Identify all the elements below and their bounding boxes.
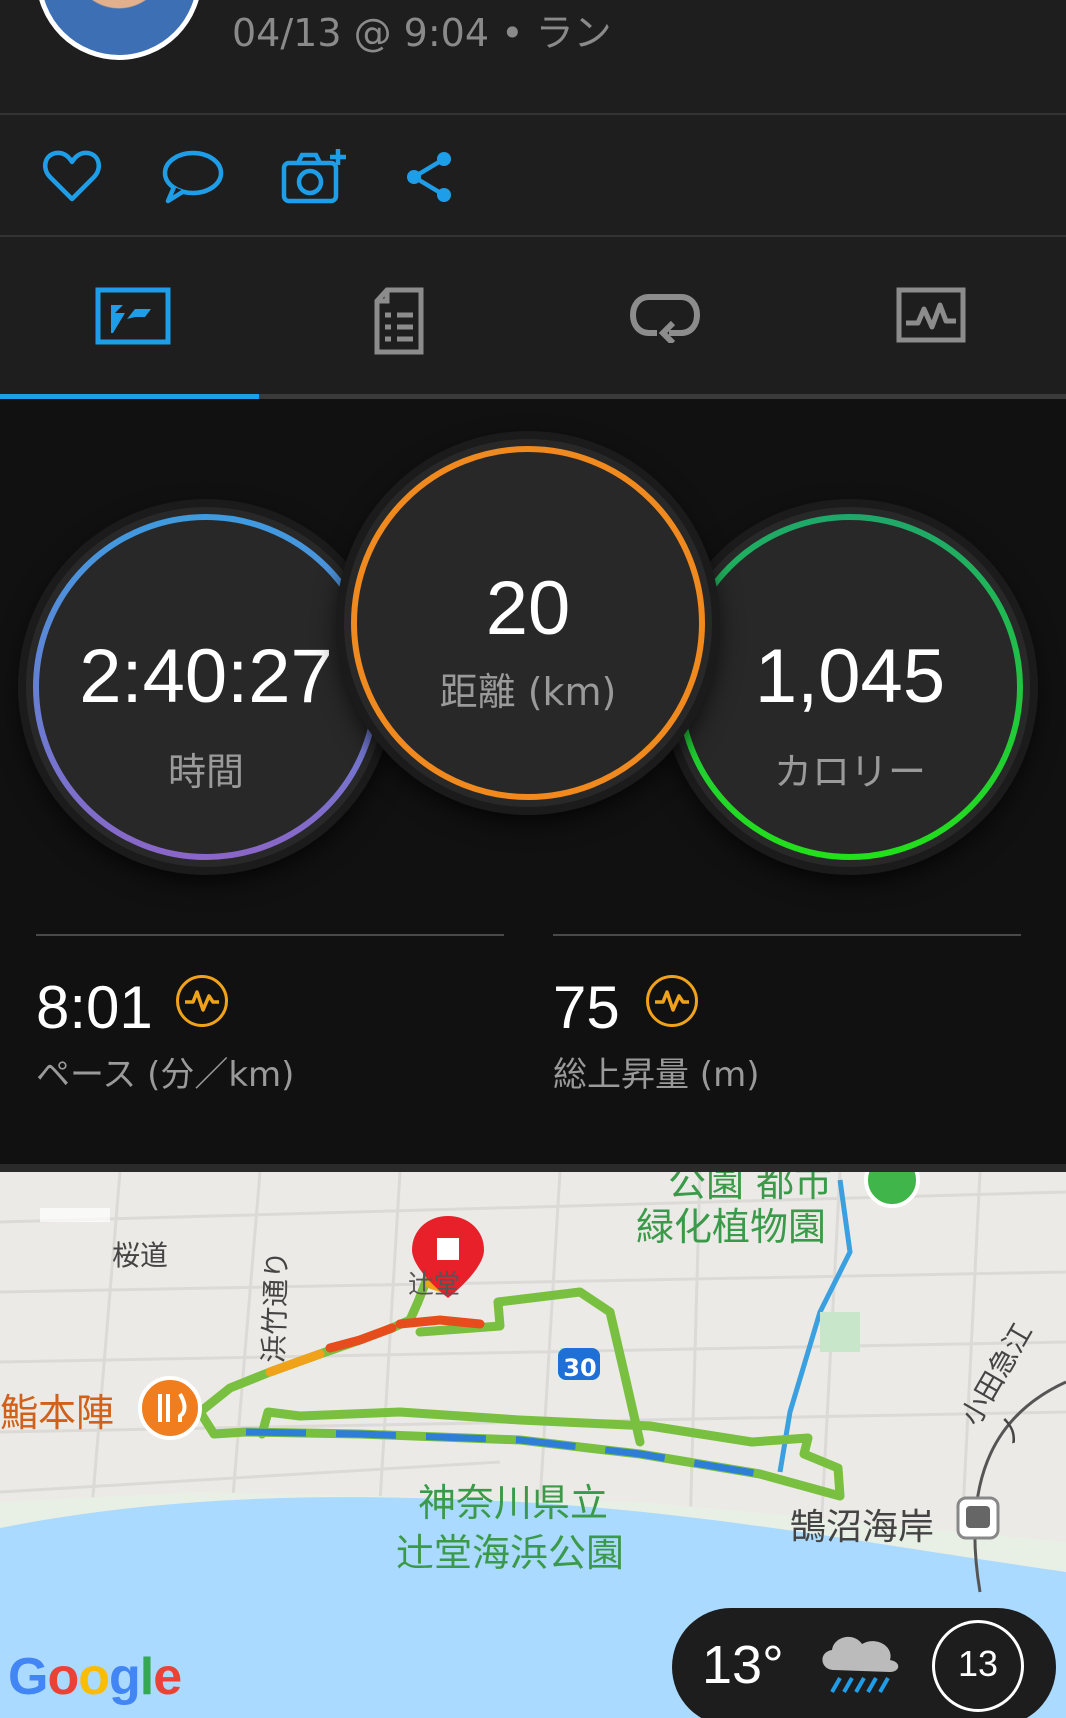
calorie-value: 1,045	[754, 634, 946, 719]
elevation-value: 75	[553, 974, 620, 1041]
pace-label: ペース (分／km)	[36, 1055, 295, 1095]
temperature: 13°	[702, 1635, 784, 1695]
activity-header: 04/13 @ 9:04 • ラン	[0, 0, 1066, 113]
comment-icon[interactable]	[160, 147, 224, 207]
pace-badge-icon	[176, 975, 228, 1027]
tab-laps[interactable]	[532, 237, 798, 397]
elevation-label: 総上昇量 (m)	[553, 1055, 760, 1095]
distance-ring: 20 距離 (km)	[344, 439, 712, 807]
tab-details[interactable]	[266, 237, 532, 397]
avatar[interactable]	[36, 0, 202, 60]
tab-charts[interactable]	[798, 237, 1064, 397]
distance-label: 距離 (km)	[439, 670, 617, 714]
map-label: 神奈川県立	[418, 1481, 609, 1525]
tab-bar	[0, 237, 1066, 397]
wind-speed: 13	[932, 1620, 1024, 1712]
tab-overview[interactable]	[0, 237, 266, 397]
time-ring: 2:40:27 時間	[26, 507, 386, 867]
google-logo: Google	[8, 1648, 182, 1706]
map-label: 鵠沼海岸	[790, 1507, 935, 1548]
route-map[interactable]: 桜道 公園 都市 緑化植物園 浜竹通り 鮨本陣 30 神奈川県立 辻堂海浜公園 …	[0, 1164, 1066, 1718]
add-photo-icon[interactable]	[280, 147, 346, 207]
list-icon	[374, 287, 424, 355]
elevation-badge-icon	[646, 975, 698, 1027]
stats-panel: 2:40:27 時間 1,045 カロリー 20 距離 (km) 8:01 ペー…	[0, 399, 1066, 1164]
time-value: 2:40:27	[79, 634, 333, 719]
calorie-label: カロリー	[773, 750, 926, 794]
map-label: 浜竹通り	[256, 1250, 294, 1364]
divider	[36, 934, 504, 936]
distance-value: 20	[485, 566, 571, 651]
activity-meta: 04/13 @ 9:04 • ラン	[232, 11, 612, 55]
action-bar	[0, 115, 1066, 235]
pace-value: 8:01	[36, 974, 153, 1041]
map-label: 緑化植物園	[636, 1205, 827, 1249]
time-label: 時間	[167, 750, 244, 794]
heart-icon[interactable]	[40, 147, 104, 207]
laps-icon	[629, 294, 701, 343]
map-label: 桜道	[112, 1239, 169, 1272]
rain-icon	[822, 1636, 899, 1693]
map-label: 辻堂	[408, 1270, 461, 1300]
map-label: 辻堂海浜公園	[396, 1531, 625, 1575]
calorie-ring: 1,045 カロリー	[670, 507, 1030, 867]
share-icon[interactable]	[404, 147, 468, 207]
divider	[553, 934, 1021, 936]
chart-icon	[896, 287, 966, 343]
map-label: 鮨本陣	[0, 1391, 115, 1435]
overview-icon	[95, 287, 171, 345]
weather-widget[interactable]: 13° 13	[672, 1608, 1056, 1718]
route-number: 30	[563, 1354, 597, 1382]
